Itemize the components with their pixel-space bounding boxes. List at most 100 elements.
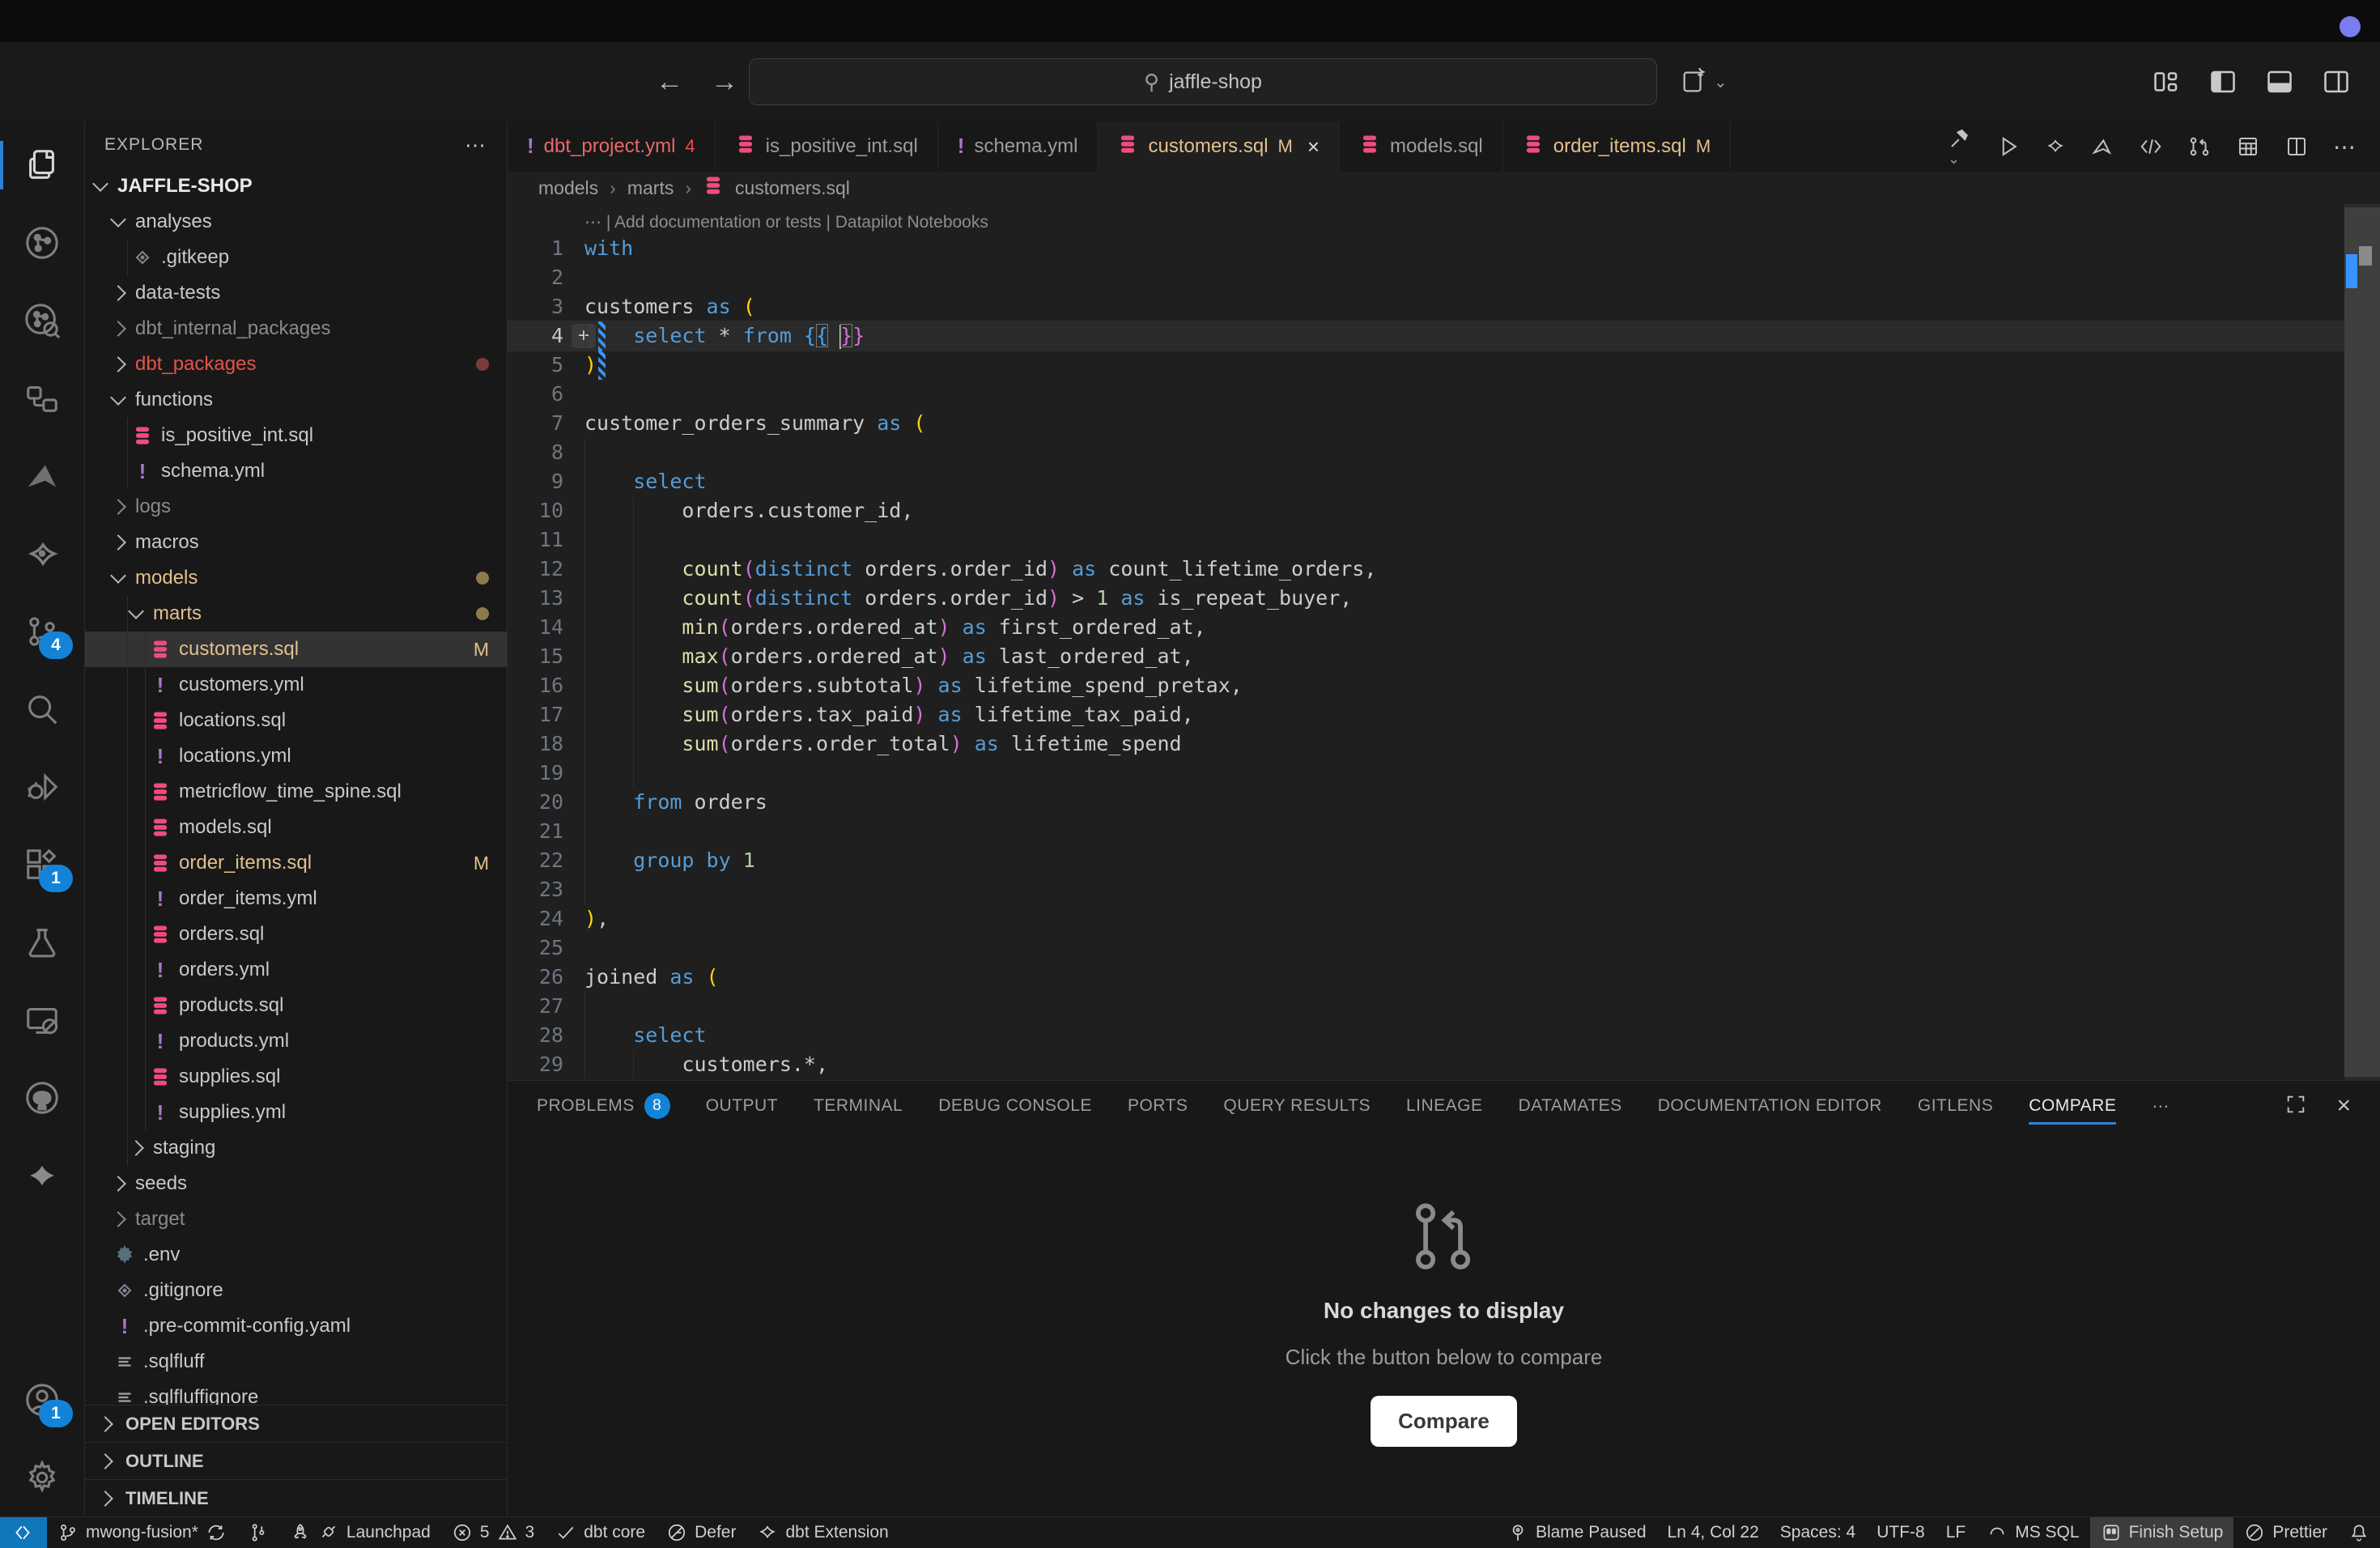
- tree-item-orders-yml[interactable]: !orders.yml: [85, 952, 507, 988]
- status-problems-summary[interactable]: 53: [441, 1517, 545, 1548]
- panel-tab-output[interactable]: OUTPUT: [706, 1081, 778, 1131]
- nav-back-icon[interactable]: ←: [656, 66, 683, 98]
- tree-item-macros[interactable]: macros: [85, 525, 507, 560]
- git-compare-icon[interactable]: [2187, 134, 2212, 159]
- code-line-12[interactable]: 12 count(distinct orders.order_id) as co…: [508, 555, 2380, 584]
- dbt-x-icon[interactable]: [2045, 136, 2066, 157]
- code-line-5[interactable]: 5): [508, 351, 2380, 380]
- tree-item-seeds[interactable]: seeds: [85, 1166, 507, 1201]
- panel-tab-terminal[interactable]: TERMINAL: [814, 1081, 903, 1131]
- panel-tab-datamates[interactable]: DATAMATES: [1519, 1081, 1622, 1131]
- code-line-13[interactable]: 13 count(distinct orders.order_id) > 1 a…: [508, 584, 2380, 613]
- lineage-icon[interactable]: [0, 359, 84, 437]
- status-defer[interactable]: Defer: [656, 1517, 746, 1548]
- code-line-24[interactable]: 24),: [508, 904, 2380, 933]
- toggle-panel-icon[interactable]: [2265, 67, 2294, 96]
- panel-tab-problems[interactable]: PROBLEMS8: [537, 1081, 670, 1131]
- compare-button[interactable]: Compare: [1371, 1396, 1517, 1447]
- maximize-panel-icon[interactable]: [2284, 1093, 2307, 1120]
- code-line-23[interactable]: 23: [508, 875, 2380, 904]
- code-line-4[interactable]: 4+ select * from {{ }}: [508, 321, 2380, 351]
- altimate-icon[interactable]: [2090, 134, 2114, 159]
- code-line-8[interactable]: 8: [508, 438, 2380, 467]
- panel-tab-compare[interactable]: COMPARE: [2029, 1081, 2116, 1131]
- remote-explorer-icon[interactable]: [0, 981, 84, 1059]
- sidebar-more-icon[interactable]: ⋯: [465, 133, 487, 158]
- status-dbt-extension[interactable]: dbt Extension: [746, 1517, 899, 1548]
- split-editor-icon[interactable]: [2284, 134, 2309, 159]
- breadcrumb-item[interactable]: models: [538, 177, 598, 199]
- status-launchpad[interactable]: Launchpad: [279, 1517, 441, 1548]
- query-table-icon[interactable]: [2236, 134, 2260, 159]
- tree-item-is-positive-int-sql[interactable]: is_positive_int.sql: [85, 418, 507, 453]
- status-language-mode[interactable]: MS SQL: [1976, 1517, 2089, 1548]
- tab-order-items-sql[interactable]: order_items.sqlM: [1503, 121, 1731, 172]
- tab-models-sql[interactable]: models.sql: [1340, 121, 1503, 172]
- code-line-1[interactable]: 1with: [508, 234, 2380, 263]
- tree-item-marts[interactable]: marts: [85, 596, 507, 632]
- status-dbt-core[interactable]: dbt core: [545, 1517, 656, 1548]
- tree-item-functions[interactable]: functions: [85, 382, 507, 418]
- code-line-26[interactable]: 26joined as (: [508, 963, 2380, 992]
- code-line-14[interactable]: 14 min(orders.ordered_at) as first_order…: [508, 613, 2380, 642]
- tree-item-order-items-yml[interactable]: !order_items.yml: [85, 881, 507, 916]
- tree-item-supplies-sql[interactable]: supplies.sql: [85, 1059, 507, 1095]
- panel-tab-debug-console[interactable]: DEBUG CONSOLE: [938, 1081, 1092, 1131]
- code-line-2[interactable]: 2: [508, 263, 2380, 292]
- hammer-icon[interactable]: ⌄: [1948, 126, 1972, 168]
- code-line-17[interactable]: 17 sum(orders.tax_paid) as lifetime_tax_…: [508, 700, 2380, 729]
- panel-tab-lineage[interactable]: LINEAGE: [1406, 1081, 1483, 1131]
- tree-item-logs[interactable]: logs: [85, 489, 507, 525]
- code-line-18[interactable]: 18 sum(orders.order_total) as lifetime_s…: [508, 729, 2380, 759]
- tree-item-metricflow-time-spine-sql[interactable]: metricflow_time_spine.sql: [85, 774, 507, 810]
- code-line-20[interactable]: 20 from orders: [508, 788, 2380, 817]
- tree-item-staging[interactable]: staging: [85, 1130, 507, 1166]
- customize-layout-icon[interactable]: [2152, 67, 2181, 96]
- toggle-primary-sidebar-icon[interactable]: [2208, 67, 2238, 96]
- tree-item-orders-sql[interactable]: orders.sql: [85, 916, 507, 952]
- explorer-icon[interactable]: [0, 126, 84, 204]
- status-remote-indicator[interactable]: [0, 1517, 47, 1548]
- status-cursor-position[interactable]: Ln 4, Col 22: [1657, 1517, 1770, 1548]
- code-tags-icon[interactable]: [2139, 134, 2163, 159]
- github-icon[interactable]: [0, 1059, 84, 1137]
- source-control-icon[interactable]: 4: [0, 593, 84, 670]
- tree-item-products-yml[interactable]: !products.yml: [85, 1023, 507, 1059]
- tree-item-models-sql[interactable]: models.sql: [85, 810, 507, 845]
- tab-customers-sql[interactable]: customers.sqlM×: [1098, 121, 1340, 172]
- breadcrumb-file[interactable]: customers.sql: [735, 177, 850, 199]
- sidebar-section-open-editors[interactable]: OPEN EDITORS: [85, 1405, 507, 1442]
- code-line-25[interactable]: 25: [508, 933, 2380, 963]
- nav-forward-icon[interactable]: →: [711, 66, 738, 98]
- tree-item-analyses[interactable]: analyses: [85, 204, 507, 240]
- status-blame-paused[interactable]: Blame Paused: [1497, 1517, 1657, 1548]
- tab-dbt-project-yml[interactable]: !dbt_project.yml4: [508, 121, 716, 172]
- tree-item-target[interactable]: target: [85, 1201, 507, 1237]
- panel-tab-gitlens[interactable]: GITLENS: [1918, 1081, 1993, 1131]
- codelens-actions[interactable]: ⋯ | Add documentation or tests | Datapil…: [584, 212, 2380, 232]
- accounts-icon[interactable]: 1: [0, 1361, 84, 1439]
- tree-item-models[interactable]: models: [85, 560, 507, 596]
- circle-graph-icon[interactable]: [0, 204, 84, 282]
- code-line-27[interactable]: 27: [508, 992, 2380, 1021]
- code-editor[interactable]: ⋯ | Add documentation or tests | Datapil…: [508, 204, 2380, 1080]
- panel-tab-query-results[interactable]: QUERY RESULTS: [1223, 1081, 1371, 1131]
- tree-root[interactable]: JAFFLE-SHOP: [85, 168, 507, 204]
- tree-item--gitignore[interactable]: .gitignore: [85, 1273, 507, 1308]
- status-notifications-bell[interactable]: [2338, 1517, 2380, 1548]
- code-line-11[interactable]: 11: [508, 525, 2380, 555]
- tab-is-positive-int-sql[interactable]: is_positive_int.sql: [716, 121, 938, 172]
- status-eol[interactable]: LF: [1936, 1517, 1977, 1548]
- extensions-icon[interactable]: 1: [0, 826, 84, 904]
- run-debug-icon[interactable]: [0, 748, 84, 826]
- tree-item--pre-commit-config-yaml[interactable]: !.pre-commit-config.yaml: [85, 1308, 507, 1344]
- code-line-15[interactable]: 15 max(orders.ordered_at) as last_ordere…: [508, 642, 2380, 671]
- tree-item--sqlfluff[interactable]: .sqlfluff: [85, 1344, 507, 1380]
- tree-item-dbt-packages[interactable]: dbt_packages: [85, 347, 507, 382]
- panel-tab--[interactable]: ⋯: [2152, 1081, 2170, 1131]
- code-line-19[interactable]: 19: [508, 759, 2380, 788]
- code-line-21[interactable]: 21: [508, 817, 2380, 846]
- tree-item-locations-yml[interactable]: !locations.yml: [85, 738, 507, 774]
- panel-tab-documentation-editor[interactable]: DOCUMENTATION EDITOR: [1658, 1081, 1882, 1131]
- more-actions-icon[interactable]: ⋯: [2333, 134, 2357, 160]
